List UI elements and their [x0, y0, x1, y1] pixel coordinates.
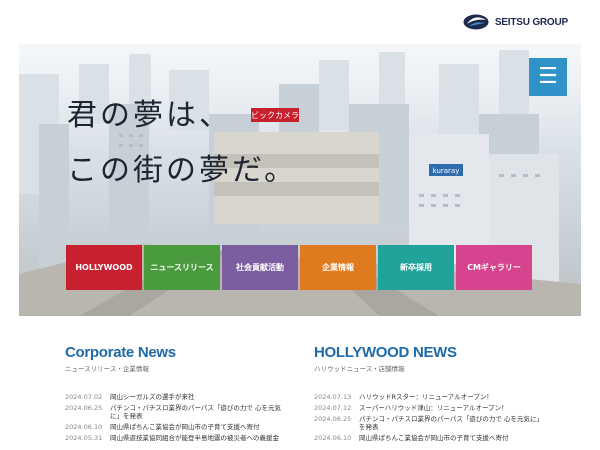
news-item[interactable]: 2024.07.12 スーパーハリウッド津山：リニューアルオープン！	[314, 404, 544, 412]
news-item[interactable]: 2024.06.10 岡山県ぱちんこ業協会が岡山市の子育て支援へ寄付	[65, 423, 285, 431]
news-date: 2024.06.10	[65, 423, 103, 431]
news-date: 2024.07.02	[65, 393, 103, 401]
hero-copy-line2: この街の夢だ。	[67, 153, 298, 188]
seitsu-group-logo[interactable]: SEITSU GROUP	[463, 12, 568, 32]
news-item[interactable]: 2024.06.10 岡山県ぱちんこ業協会が岡山市の子育て支援へ寄付	[314, 434, 544, 442]
hero-banner: ビックカメラ kuraray 君の夢は、 この街の夢だ。 ☰ HOLLYWOOD…	[19, 44, 581, 316]
news-item[interactable]: 2024.07.13 ハリウッドRスター：リニューアルオープン！	[314, 393, 544, 401]
nav-tile-label: 新卒採用	[400, 263, 432, 272]
news-text: 岡山県ぱちんこ業協会が岡山市の子育て支援へ寄付	[110, 423, 260, 431]
news-text: ハリウッドRスター：リニューアルオープン！	[359, 393, 493, 401]
news-date: 2024.06.25	[314, 415, 352, 423]
main-nav-tiles: HOLLYWOOD ニュースリリース 社会貢献活動 企業情報 新卒採用 CMギャ…	[66, 245, 532, 290]
hero-copy-line1: 君の夢は、	[67, 98, 232, 133]
news-date: 2024.06.25	[65, 404, 103, 412]
news-item[interactable]: 2024.05.31 岡山県遊技業協同組合が能登半島地震の被災者への義援金	[65, 434, 285, 442]
nav-tile-label: 社会貢献活動	[236, 263, 284, 272]
logo-text: SEITSU GROUP	[494, 16, 568, 28]
kuraray-sign: kuraray	[433, 167, 460, 175]
nav-tile-label: CMギャラリー	[467, 263, 521, 272]
news-date: 2024.05.31	[65, 434, 103, 442]
nav-tile-hollywood[interactable]: HOLLYWOOD	[66, 245, 142, 290]
news-date: 2024.07.13	[314, 393, 352, 401]
nav-tile-recruit[interactable]: 新卒採用	[378, 245, 454, 290]
news-text: パチンコ・パチスロ業界のパーパス「遊びの力で 心を元気に」を発表	[359, 415, 544, 431]
hollywood-news-section: HOLLYWOOD NEWS ハリウッドニュース・店舗情報 2024.07.13…	[314, 344, 544, 445]
news-item[interactable]: 2024.06.25 パチンコ・パチスロ業界のパーパス「遊びの力で 心を元気に」…	[65, 404, 285, 420]
hollywood-news-subtitle: ハリウッドニュース・店舗情報	[314, 365, 405, 373]
nav-tile-social-contribution[interactable]: 社会貢献活動	[222, 245, 298, 290]
news-item[interactable]: 2024.07.02 岡山シーガルズの選手が来社	[65, 393, 285, 401]
hamburger-menu-icon: ☰	[538, 64, 558, 89]
news-date: 2024.07.12	[314, 404, 352, 412]
nav-tile-cm-gallery[interactable]: CMギャラリー	[456, 245, 532, 290]
nav-tile-company-info[interactable]: 企業情報	[300, 245, 376, 290]
news-item[interactable]: 2024.06.25 パチンコ・パチスロ業界のパーパス「遊びの力で 心を元気に」…	[314, 415, 544, 431]
news-text: 岡山県遊技業協同組合が能登半島地震の被災者への義援金	[110, 434, 279, 442]
nav-tile-label: 企業情報	[322, 263, 354, 272]
hollywood-news-list: 2024.07.13 ハリウッドRスター：リニューアルオープン！ 2024.07…	[314, 393, 544, 442]
seitsu-logo-mark-icon	[463, 14, 489, 30]
nav-tile-news-release[interactable]: ニュースリリース	[144, 245, 220, 290]
news-text: 岡山県ぱちんこ業協会が岡山市の子育て支援へ寄付	[359, 434, 509, 442]
news-text: スーパーハリウッド津山：リニューアルオープン！	[359, 404, 508, 412]
hollywood-news-title[interactable]: HOLLYWOOD NEWS	[314, 344, 544, 362]
news-date: 2024.06.10	[314, 434, 352, 442]
corporate-news-title[interactable]: Corporate News	[65, 344, 285, 362]
nav-tile-label: ニュースリリース	[150, 263, 214, 272]
corporate-news-list: 2024.07.02 岡山シーガルズの選手が来社 2024.06.25 パチンコ…	[65, 393, 285, 442]
corporate-news-section: Corporate News ニュースリリース・企業情報 2024.07.02 …	[65, 344, 285, 445]
news-text: 岡山シーガルズの選手が来社	[110, 393, 195, 401]
corporate-news-subtitle: ニュースリリース・企業情報	[65, 365, 149, 373]
nav-tile-label: HOLLYWOOD	[75, 263, 133, 272]
menu-button[interactable]: ☰	[529, 58, 567, 96]
news-text: パチンコ・パチスロ業界のパーパス「遊びの力で 心を元気に」を発表	[110, 404, 282, 420]
hero-catchcopy: 君の夢は、 この街の夢だ。	[67, 88, 297, 198]
